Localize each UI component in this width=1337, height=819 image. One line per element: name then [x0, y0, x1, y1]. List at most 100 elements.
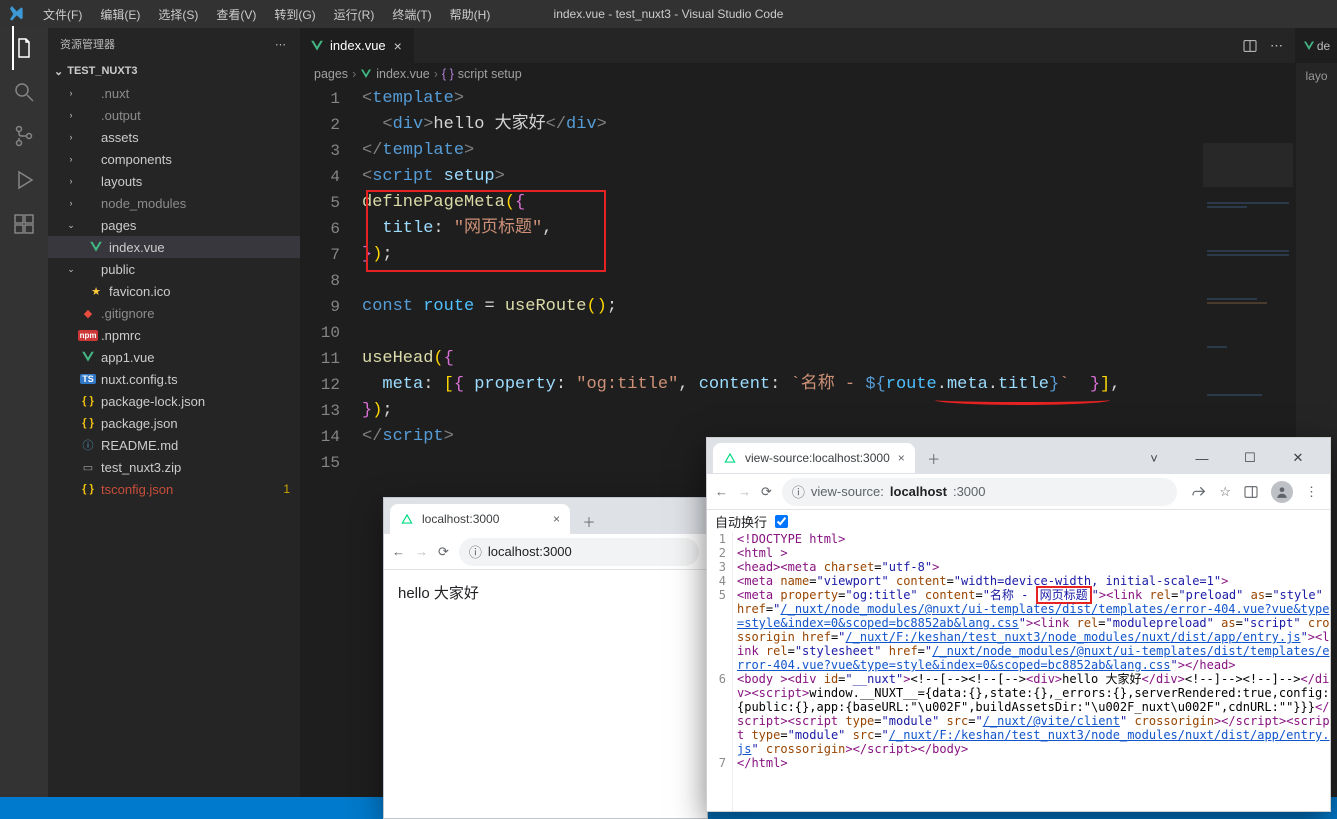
tree-file[interactable]: ◆.gitignore — [48, 302, 300, 324]
address-bar[interactable]: ⓘ view-source:localhost:3000 — [782, 478, 1177, 506]
tree-folder[interactable]: ›layouts — [48, 170, 300, 192]
browser-tab[interactable]: view-source:localhost:3000 × — [713, 443, 915, 473]
browser-tab[interactable]: localhost:3000 × — [390, 504, 570, 534]
address-bar[interactable]: ⓘ localhost:3000 — [459, 538, 699, 566]
site-info-icon[interactable]: ⓘ — [792, 482, 805, 501]
run-debug-icon[interactable] — [12, 168, 36, 192]
close-icon[interactable]: × — [392, 38, 404, 54]
chevron-right-icon[interactable]: › — [64, 176, 78, 186]
browser-toolbar: ← → ⟳ ⓘ localhost:3000 — [384, 534, 707, 570]
close-icon[interactable]: ✕ — [1276, 444, 1320, 472]
wrap-checkbox[interactable] — [775, 515, 788, 528]
sidebar-more-icon[interactable]: ⋯ — [275, 38, 288, 51]
tree-folder[interactable]: ⌄public — [48, 258, 300, 280]
tree-folder[interactable]: ›assets — [48, 126, 300, 148]
code-line[interactable]: 1<template> — [300, 86, 1295, 112]
chevron-right-icon[interactable]: › — [64, 198, 78, 208]
code-line[interactable]: 6 title: "网页标题", — [300, 216, 1295, 242]
tab-index-vue[interactable]: index.vue × — [300, 28, 415, 63]
right-tab[interactable]: de — [1296, 28, 1337, 63]
site-info-icon[interactable]: ⓘ — [469, 542, 482, 561]
reload-icon[interactable]: ⟳ — [761, 484, 772, 500]
maximize-icon[interactable]: ☐ — [1228, 444, 1272, 472]
back-icon[interactable]: ← — [715, 484, 728, 499]
code-line[interactable]: 8 — [300, 268, 1295, 294]
tree-file[interactable]: npm.npmrc — [48, 324, 300, 346]
back-icon[interactable]: ← — [392, 544, 405, 559]
close-icon[interactable]: × — [898, 451, 905, 465]
activity-bar — [0, 28, 48, 797]
line-number: 3 — [300, 138, 362, 164]
menu-icon[interactable]: ⋮ — [1305, 484, 1318, 500]
code-line[interactable]: 11useHead({ — [300, 346, 1295, 372]
project-name: TEST_NUXT3 — [67, 65, 137, 77]
bookmark-icon[interactable]: ☆ — [1219, 484, 1231, 500]
code-line[interactable]: 2 <div>hello 大家好</div> — [300, 112, 1295, 138]
chevron-right-icon[interactable]: › — [64, 154, 78, 164]
chevron-down-icon[interactable]: ⌄ — [64, 220, 78, 231]
side-panel-icon[interactable] — [1243, 484, 1259, 500]
chevron-right-icon[interactable]: › — [64, 132, 78, 142]
tree-file[interactable]: TSnuxt.config.ts — [48, 368, 300, 390]
tree-file[interactable]: ★favicon.ico — [48, 280, 300, 302]
explorer-icon[interactable] — [12, 36, 36, 60]
menu-item[interactable]: 选择(S) — [150, 2, 206, 27]
tree-folder[interactable]: ›.output — [48, 104, 300, 126]
menu-item[interactable]: 文件(F) — [35, 2, 90, 27]
breadcrumb-item[interactable]: index.vue — [376, 67, 430, 81]
new-tab-button[interactable]: ＋ — [921, 445, 947, 471]
tree-file[interactable]: app1.vue — [48, 346, 300, 368]
code-content: const route = useRoute(); — [362, 294, 617, 320]
tree-folder[interactable]: ›components — [48, 148, 300, 170]
forward-icon[interactable]: → — [738, 484, 751, 499]
profile-avatar-icon[interactable] — [1271, 481, 1293, 503]
share-icon[interactable] — [1191, 484, 1207, 500]
code-line[interactable]: 10 — [300, 320, 1295, 346]
tree-file[interactable]: ▭test_nuxt3.zip — [48, 456, 300, 478]
close-icon[interactable]: × — [553, 512, 560, 526]
folder-icon — [80, 195, 96, 211]
tree-file[interactable]: { }tsconfig.json1 — [48, 478, 300, 500]
code-line[interactable]: 5definePageMeta({ — [300, 190, 1295, 216]
chevron-right-icon[interactable]: › — [64, 88, 78, 98]
extensions-icon[interactable] — [12, 212, 36, 236]
code-line[interactable]: 7}); — [300, 242, 1295, 268]
search-icon[interactable] — [12, 80, 36, 104]
chevron-right-icon[interactable]: › — [64, 110, 78, 120]
breadcrumb-item[interactable]: script setup — [458, 67, 522, 81]
menu-item[interactable]: 运行(R) — [326, 2, 383, 27]
project-header[interactable]: ⌄ TEST_NUXT3 — [48, 60, 300, 82]
code-line[interactable]: 4<script setup> — [300, 164, 1295, 190]
menu-item[interactable]: 终端(T) — [384, 2, 439, 27]
split-editor-icon[interactable] — [1242, 38, 1258, 54]
menu-item[interactable]: 转到(G) — [266, 2, 323, 27]
minimap[interactable] — [1203, 143, 1293, 263]
source-control-icon[interactable] — [12, 124, 36, 148]
folder-icon — [80, 151, 96, 167]
reload-icon[interactable]: ⟳ — [438, 544, 449, 560]
minimize-icon[interactable]: — — [1180, 444, 1224, 472]
search-dropdown-icon[interactable]: ˅ — [1132, 444, 1176, 472]
menu-item[interactable]: 帮助(H) — [442, 2, 499, 27]
code-line[interactable]: 3</template> — [300, 138, 1295, 164]
tree-file[interactable]: { }package-lock.json — [48, 390, 300, 412]
code-line[interactable]: 12 meta: [{ property: "og:title", conten… — [300, 372, 1295, 398]
tree-file[interactable]: ⓘREADME.md — [48, 434, 300, 456]
tree-folder[interactable]: ⌄pages — [48, 214, 300, 236]
source-view[interactable]: 1234567 <!DOCTYPE html><html ><head><met… — [707, 532, 1330, 811]
menu-item[interactable]: 查看(V) — [208, 2, 264, 27]
tree-folder[interactable]: ›.nuxt — [48, 82, 300, 104]
tree-folder[interactable]: ›node_modules — [48, 192, 300, 214]
breadcrumb[interactable]: pages › index.vue › { } script setup — [300, 63, 1295, 85]
chevron-down-icon[interactable]: ⌄ — [64, 264, 78, 275]
tree-file[interactable]: { }package.json — [48, 412, 300, 434]
breadcrumb-item[interactable]: pages — [314, 67, 348, 81]
tree-file[interactable]: index.vue — [48, 236, 300, 258]
code-content: }); — [362, 242, 393, 268]
code-line[interactable]: 13}); — [300, 398, 1295, 424]
forward-icon[interactable]: → — [415, 544, 428, 559]
new-tab-button[interactable]: ＋ — [576, 508, 602, 534]
more-actions-icon[interactable]: ⋯ — [1270, 38, 1285, 54]
code-line[interactable]: 9const route = useRoute(); — [300, 294, 1295, 320]
menu-item[interactable]: 编辑(E) — [92, 2, 148, 27]
